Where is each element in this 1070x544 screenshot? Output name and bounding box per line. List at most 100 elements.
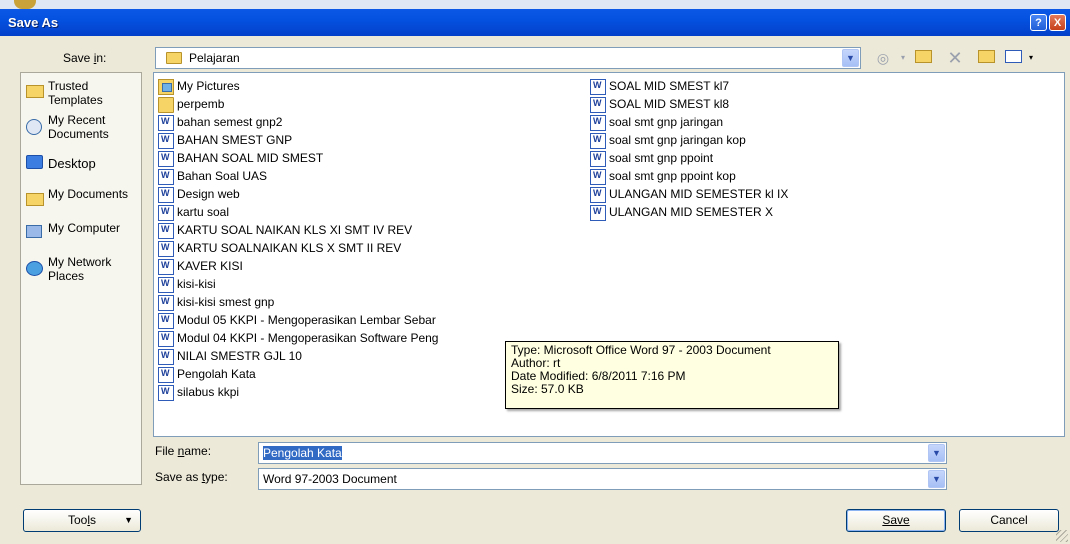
new-folder-icon[interactable] (976, 48, 996, 68)
word-document-icon (590, 205, 606, 221)
word-document-icon (590, 187, 606, 203)
file-name: ULANGAN MID SEMESTER X (609, 205, 774, 219)
save-in-dropdown[interactable]: Pelajaran ▼ (155, 47, 861, 69)
file-name: SOAL MID SMEST kl8 (609, 97, 730, 111)
file-name: NILAI SMESTR GJL 10 (177, 349, 302, 363)
file-name: kartu soal (177, 205, 230, 219)
word-document-icon (158, 133, 174, 149)
file-name: perpemb (177, 97, 225, 111)
word-document-icon (158, 205, 174, 221)
word-document-icon (590, 79, 606, 95)
back-dropdown-icon[interactable]: ▾ (893, 48, 913, 68)
file-name: Modul 05 KKPI - Mengoperasikan Lembar Se… (177, 313, 436, 327)
recent-documents-icon (26, 119, 48, 137)
word-document-icon (158, 223, 174, 239)
word-document-icon (158, 277, 174, 293)
file-name: SOAL MID SMEST kl7 (609, 79, 730, 93)
chevron-down-icon[interactable]: ▼ (928, 470, 945, 488)
word-document-icon (158, 151, 174, 167)
place-my-computer[interactable]: My Computer (26, 221, 141, 251)
place-trusted-templates[interactable]: Trusted Templates (26, 79, 141, 109)
network-icon (26, 261, 48, 279)
word-document-icon (158, 259, 174, 275)
up-folder-icon[interactable] (913, 48, 933, 68)
file-name: kisi-kisi smest gnp (177, 295, 275, 309)
word-document-icon (158, 169, 174, 185)
file-name-value: Pengolah Kata (263, 446, 342, 460)
place-my-network-places[interactable]: My Network Places (26, 255, 141, 285)
place-label: My Documents (48, 187, 129, 201)
delete-icon[interactable]: ✕ (945, 48, 965, 68)
my-documents-icon (26, 193, 48, 211)
file-name-input[interactable]: Pengolah Kata ▼ (258, 442, 947, 464)
folder-icon (158, 97, 174, 113)
place-label: My Recent Documents (48, 113, 109, 141)
file-name: Bahan Soal UAS (177, 169, 268, 183)
word-document-icon (158, 349, 174, 365)
tools-button[interactable]: Tools ▼ (23, 509, 141, 532)
word-document-icon (158, 115, 174, 131)
save-button[interactable]: Save (846, 509, 946, 532)
save-label: Save (882, 513, 910, 527)
file-name: soal smt gnp ppoint kop (609, 169, 736, 183)
word-document-icon (590, 151, 606, 167)
save-in-value: Pelajaran (189, 51, 240, 65)
chevron-down-icon[interactable]: ▼ (842, 49, 859, 67)
desktop-icon (26, 155, 48, 173)
word-document-icon (590, 97, 606, 113)
title-bar: Save As ? X (0, 9, 1070, 36)
folder-icon (166, 52, 182, 64)
file-name: soal smt gnp jaringan kop (609, 133, 746, 147)
place-desktop[interactable]: Desktop (26, 155, 141, 175)
word-document-icon (590, 133, 606, 149)
file-name: soal smt gnp ppoint (609, 151, 714, 165)
file-name: KAVER KISI (177, 259, 243, 273)
views-dropdown-icon[interactable]: ▾ (1021, 48, 1041, 68)
word-document-icon (590, 169, 606, 185)
file-name: ULANGAN MID SEMESTER kl IX (609, 187, 789, 201)
window-title: Save As (8, 15, 59, 30)
office-button-icon (14, 0, 36, 9)
save-as-type-label: Save as type: (155, 470, 228, 484)
word-document-icon (158, 241, 174, 257)
file-name: Pengolah Kata (177, 367, 256, 381)
save-in-label: Save in: (63, 51, 107, 65)
place-label: Desktop (48, 156, 96, 171)
file-name: KARTU SOALNAIKAN KLS X SMT II REV (177, 241, 402, 255)
word-document-icon (158, 313, 174, 329)
word-document-icon (158, 331, 174, 347)
chevron-down-icon: ▼ (124, 515, 133, 525)
word-document-icon (158, 187, 174, 203)
file-name-label: File name: (155, 444, 212, 458)
place-my-recent-documents[interactable]: My Recent Documents (26, 113, 141, 143)
file-name: BAHAN SOAL MID SMEST (177, 151, 324, 165)
back-icon[interactable]: ◎ (873, 48, 893, 68)
cancel-button[interactable]: Cancel (959, 509, 1059, 532)
place-label: My Computer (48, 221, 121, 235)
parent-window-strip (0, 0, 1070, 9)
help-button[interactable]: ? (1030, 14, 1047, 31)
close-button[interactable]: X (1049, 14, 1066, 31)
save-as-type-value: Word 97-2003 Document (263, 472, 397, 486)
places-bar: Trusted Templates My Recent Documents De… (20, 72, 142, 485)
file-name: Modul 04 KKPI - Mengoperasikan Software … (177, 331, 439, 345)
computer-icon (26, 225, 48, 243)
chevron-down-icon[interactable]: ▼ (928, 444, 945, 462)
file-name: kisi-kisi (177, 277, 216, 291)
file-info-tooltip: Type: Microsoft Office Word 97 - 2003 Do… (505, 341, 839, 409)
word-document-icon (158, 295, 174, 311)
file-name: BAHAN SMEST GNP (177, 133, 293, 147)
file-name: Design web (177, 187, 240, 201)
place-my-documents[interactable]: My Documents (26, 187, 141, 217)
word-document-icon (158, 385, 174, 401)
word-document-icon (590, 115, 606, 131)
place-label: Trusted Templates (48, 79, 103, 107)
file-name: My Pictures (177, 79, 240, 93)
save-as-type-dropdown[interactable]: Word 97-2003 Document ▼ (258, 468, 947, 490)
views-icon[interactable] (1003, 48, 1023, 68)
file-name: soal smt gnp jaringan (609, 115, 724, 129)
tooltip-size: Size: 57.0 KB (511, 382, 584, 396)
resize-grip[interactable] (1056, 530, 1068, 542)
tools-label: Tools (67, 513, 97, 527)
word-document-icon (158, 367, 174, 383)
